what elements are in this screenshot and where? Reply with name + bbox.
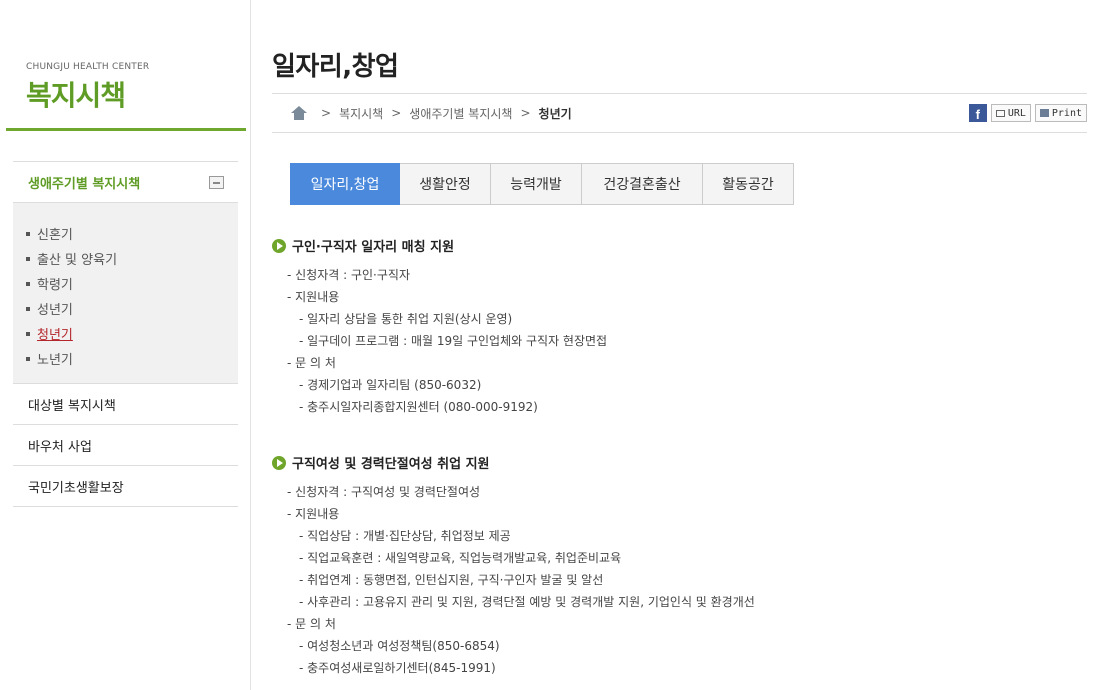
sidebar-subitem-adult[interactable]: 성년기 xyxy=(13,296,238,321)
info-line: - 충주시일자리종합지원센터 (080-000-9192) xyxy=(299,400,538,414)
bullet-icon xyxy=(26,306,30,311)
bullet-icon xyxy=(26,256,30,261)
section-title-text: 구직여성 및 경력단절여성 취업 지원 xyxy=(292,457,490,472)
section-title: 구직여성 및 경력단절여성 취업 지원 xyxy=(272,453,1087,472)
link-icon xyxy=(995,109,1005,117)
tab-skill-development[interactable]: 능력개발 xyxy=(491,163,582,205)
section-title-text: 구인·구직자 일자리 매칭 지원 xyxy=(292,240,455,255)
brand: CHUNGJU HEALTH CENTER 복지시책 xyxy=(26,62,149,114)
play-bullet-icon xyxy=(272,455,286,470)
info-line: - 취업연계 : 동행면접, 인턴십지원, 구직·구인자 발굴 및 알선 xyxy=(299,573,604,587)
sidebar: CHUNGJU HEALTH CENTER 복지시책 생애주기별 복지시책 신혼… xyxy=(0,0,251,690)
play-bullet-icon xyxy=(272,238,286,253)
bullet-icon xyxy=(26,281,30,286)
collapse-icon[interactable] xyxy=(209,175,224,189)
breadcrumb: > 복지시책 > 생애주기별 복지시책 > 청년기 xyxy=(272,105,572,122)
brand-title: 복지시책 xyxy=(26,79,126,112)
sidebar-item-label: 대상별 복지시책 xyxy=(28,398,116,414)
bullet-icon xyxy=(26,231,30,236)
breadcrumb-separator: > xyxy=(520,106,531,120)
brand-subtitle: CHUNGJU HEALTH CENTER xyxy=(26,62,150,72)
print-button[interactable]: Print xyxy=(1034,104,1087,122)
printer-icon xyxy=(1039,109,1049,117)
print-button-label: Print xyxy=(1051,107,1082,119)
sidebar-subitem-newlywed[interactable]: 신혼기 xyxy=(13,221,238,246)
section-job-matching: 구인·구직자 일자리 매칭 지원 - 신청자격 : 구인·구직자 - 지원내용 … xyxy=(272,236,1087,418)
info-line: - 신청자격 : 구직여성 및 경력단절여성 xyxy=(287,485,481,499)
info-line: - 일자리 상담을 통한 취업 지원(상시 운영) xyxy=(299,312,513,326)
info-line: - 문 의 처 xyxy=(287,356,336,370)
info-line: - 지원내용 xyxy=(287,290,340,304)
sidebar-subitem-childbirth[interactable]: 출산 및 양육기 xyxy=(13,246,238,271)
info-line: - 충주여성새로일하기센터(845-1991) xyxy=(299,661,496,675)
sidebar-subitem-label: 학령기 xyxy=(37,278,73,293)
url-button-label: URL xyxy=(1007,107,1026,119)
info-line: - 신청자격 : 구인·구직자 xyxy=(287,268,410,282)
tab-living-stability[interactable]: 생활안정 xyxy=(400,163,491,205)
breadcrumb-current: 청년기 xyxy=(538,106,572,121)
info-line: - 경제기업과 일자리팀 (850-6032) xyxy=(299,378,482,392)
url-button[interactable]: URL xyxy=(990,104,1031,122)
breadcrumb-separator: > xyxy=(321,106,332,120)
page-title: 일자리,창업 xyxy=(272,52,399,82)
sidebar-menu: 생애주기별 복지시책 신혼기 출산 및 양육기 학령기 성년기 청년기 노년기 … xyxy=(13,161,238,507)
info-line: - 직업교육훈련 : 새일역량교육, 직업능력개발교육, 취업준비교육 xyxy=(299,551,622,565)
info-line: - 지원내용 xyxy=(287,507,340,521)
sidebar-item-voucher[interactable]: 바우처 사업 xyxy=(13,425,238,466)
bullet-icon xyxy=(26,331,30,336)
sidebar-subitem-youth[interactable]: 청년기 xyxy=(13,321,238,346)
brand-divider xyxy=(6,128,246,131)
info-line: - 직업상담 : 개별·집단상담, 취업정보 제공 xyxy=(299,529,511,543)
section-title: 구인·구직자 일자리 매칭 지원 xyxy=(272,236,1087,255)
sidebar-subitem-label: 청년기 xyxy=(37,328,73,343)
breadcrumb-bar: > 복지시책 > 생애주기별 복지시책 > 청년기 f URL Print xyxy=(272,93,1087,133)
page-tools: f URL Print xyxy=(968,104,1087,122)
breadcrumb-item[interactable]: 생애주기별 복지시책 xyxy=(409,105,512,122)
breadcrumb-item[interactable]: 복지시책 xyxy=(339,105,383,122)
info-line: - 문 의 처 xyxy=(287,617,336,631)
sidebar-item-basic-livelihood[interactable]: 국민기초생활보장 xyxy=(13,466,238,507)
sidebar-item-label: 바우처 사업 xyxy=(28,439,92,455)
sidebar-submenu: 신혼기 출산 및 양육기 학령기 성년기 청년기 노년기 xyxy=(13,203,238,384)
tab-jobs-startup[interactable]: 일자리,창업 xyxy=(290,163,400,205)
section-lines: - 신청자격 : 구직여성 및 경력단절여성 - 지원내용 - 직업상담 : 개… xyxy=(272,481,1087,679)
facebook-icon[interactable]: f xyxy=(968,104,987,122)
info-line: - 사후관리 : 고용유지 관리 및 지원, 경력단절 예방 및 경력개발 지원… xyxy=(299,595,755,609)
tab-activity-space[interactable]: 활동공간 xyxy=(703,163,794,205)
tab-health-marriage-birth[interactable]: 건강결혼출산 xyxy=(582,163,703,205)
bullet-icon xyxy=(26,356,30,361)
sidebar-subitem-elderly[interactable]: 노년기 xyxy=(13,346,238,371)
breadcrumb-separator: > xyxy=(391,106,402,120)
sidebar-group-label: 생애주기별 복지시책 xyxy=(28,176,141,192)
sidebar-subitem-label: 성년기 xyxy=(37,303,73,318)
sidebar-subitem-label: 노년기 xyxy=(37,353,73,368)
section-women-employment: 구직여성 및 경력단절여성 취업 지원 - 신청자격 : 구직여성 및 경력단절… xyxy=(272,453,1087,679)
sidebar-subitem-label: 출산 및 양육기 xyxy=(37,253,118,268)
tab-bar: 일자리,창업 생활안정 능력개발 건강결혼출산 활동공간 xyxy=(290,163,794,205)
sidebar-group-lifecycle[interactable]: 생애주기별 복지시책 xyxy=(13,161,238,203)
home-icon[interactable] xyxy=(291,106,307,120)
sidebar-item-label: 국민기초생활보장 xyxy=(28,480,124,496)
info-line: - 일구데이 프로그램 : 매월 19일 구인업체와 구직자 현장면접 xyxy=(299,334,608,348)
section-lines: - 신청자격 : 구인·구직자 - 지원내용 - 일자리 상담을 통한 취업 지… xyxy=(272,264,1087,418)
sidebar-item-target-welfare[interactable]: 대상별 복지시책 xyxy=(13,384,238,425)
info-line: - 여성청소년과 여성정책팀(850-6854) xyxy=(299,639,500,653)
sidebar-subitem-school-age[interactable]: 학령기 xyxy=(13,271,238,296)
sidebar-subitem-label: 신혼기 xyxy=(37,228,73,243)
